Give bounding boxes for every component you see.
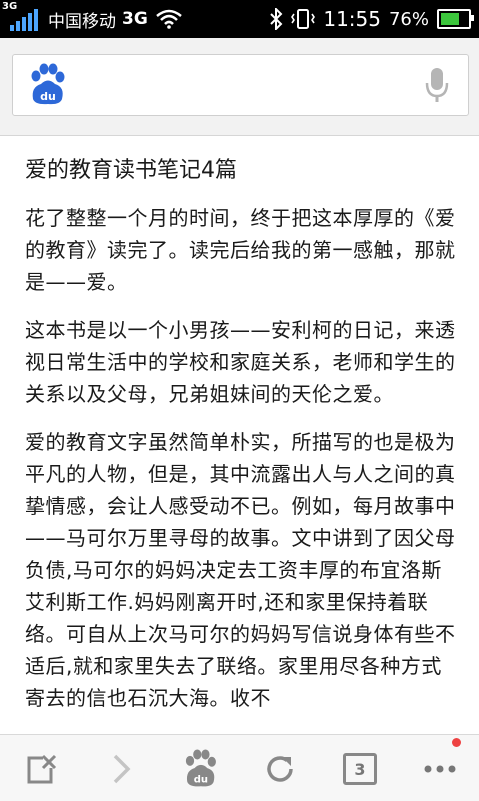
vibrate-icon xyxy=(291,9,316,29)
article-content: 爱的教育读书笔记4篇 花了整整一个月的时间，终于把这本厚厚的《爱的教育》读完了。… xyxy=(25,150,461,730)
article-title: 爱的教育读书笔记4篇 xyxy=(25,158,237,183)
bottom-toolbar: du 3 xyxy=(0,734,479,801)
baidu-home-button[interactable]: du xyxy=(180,749,220,789)
article-paragraph: 这本书是以一个小男孩——安利柯的日记，来透视日常生活中的学校和家庭关系，老师和学… xyxy=(25,318,456,406)
network-type: 3G xyxy=(122,9,148,29)
battery-icon xyxy=(437,9,474,29)
search-header: du xyxy=(0,38,479,136)
home-logo-text: du xyxy=(194,775,208,786)
baidu-paw-logo-icon: du xyxy=(31,63,65,105)
forward-arrow-icon xyxy=(113,754,131,784)
tab-count-icon: 3 xyxy=(343,753,377,785)
refresh-button[interactable] xyxy=(260,749,300,789)
signal-strength-icon xyxy=(10,9,38,31)
microphone-icon[interactable] xyxy=(424,67,450,103)
article-paragraph: 花了整整一个月的时间，终于把这本厚厚的《爱的教育》读完了。读完后给我的第一感触，… xyxy=(25,206,456,294)
more-icon xyxy=(424,765,456,773)
forward-button[interactable] xyxy=(102,749,142,789)
battery-percent: 76% xyxy=(388,8,429,30)
clock: 11:55 xyxy=(323,7,381,31)
wifi-icon xyxy=(155,9,182,29)
status-bar: 3G 中国移动 3G 11:55 76% xyxy=(0,0,479,38)
bluetooth-icon xyxy=(270,8,283,30)
article-paragraph: 爱的教育文字虽然简单朴实，所描写的也是极为平凡的人物，但是，其中流露出人与人之间… xyxy=(25,430,456,710)
menu-button[interactable] xyxy=(420,749,460,789)
notification-dot xyxy=(452,738,461,747)
carrier-name: 中国移动 xyxy=(48,11,116,32)
battery-fill xyxy=(441,13,460,25)
tabs-button[interactable]: 3 xyxy=(340,749,380,789)
baidu-logo-text: du xyxy=(40,90,56,103)
close-tab-icon xyxy=(27,754,57,784)
baidu-paw-home-icon: du xyxy=(185,749,216,787)
search-box[interactable]: du xyxy=(12,54,469,116)
tab-count: 3 xyxy=(354,759,366,779)
refresh-icon xyxy=(267,756,293,782)
search-input[interactable] xyxy=(79,69,413,103)
close-tab-button[interactable] xyxy=(20,749,60,789)
